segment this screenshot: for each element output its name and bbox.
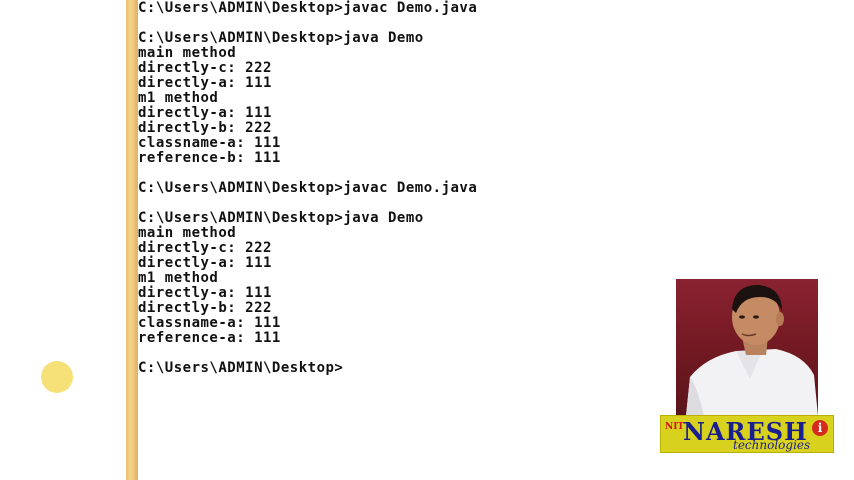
console-line: directly-a: 111 (138, 75, 272, 91)
presenter-webcam-overlay (676, 279, 818, 416)
nit-mark: NIT (665, 422, 685, 432)
console-prompt-line[interactable]: C:\Users\ADMIN\Desktop> (138, 361, 668, 376)
console-line: main method (138, 45, 237, 61)
left-window-border (126, 0, 138, 480)
console-line: directly-a: 111 (138, 105, 272, 121)
console-line: classname-a: 111 (138, 135, 281, 151)
naresh-technologies-logo: NIT NARESH i technologies (660, 415, 834, 453)
console-line: directly-a: 111 (138, 285, 272, 301)
console-line: main method (138, 225, 237, 241)
presenter-figure (686, 285, 818, 416)
console-line: C:\Users\ADMIN\Desktop>java Demo (138, 210, 424, 226)
console-line: m1 method (138, 90, 219, 106)
console-line: C:\Users\ADMIN\Desktop>javac Demo.java (138, 0, 478, 16)
console-line: directly-b: 222 (138, 120, 272, 136)
console-line: directly-b: 222 (138, 300, 272, 316)
console-line: C:\Users\ADMIN\Desktop>javac Demo.java (138, 180, 478, 196)
console-line: reference-a: 111 (138, 330, 281, 346)
console-line: reference-b: 111 (138, 150, 281, 166)
console-line: m1 method (138, 270, 219, 286)
console-line: directly-c: 222 (138, 240, 272, 256)
logo-tagline: technologies (733, 438, 811, 452)
command-prompt-console[interactable]: C:\Users\ADMIN\Desktop>javac Demo.java C… (138, 1, 668, 477)
logo-i-mark: i (812, 420, 828, 436)
console-line: classname-a: 111 (138, 315, 281, 331)
console-line: directly-c: 222 (138, 60, 272, 76)
console-line: directly-a: 111 (138, 255, 272, 271)
mouse-cursor-highlight (41, 361, 73, 393)
console-line: C:\Users\ADMIN\Desktop>java Demo (138, 30, 424, 46)
